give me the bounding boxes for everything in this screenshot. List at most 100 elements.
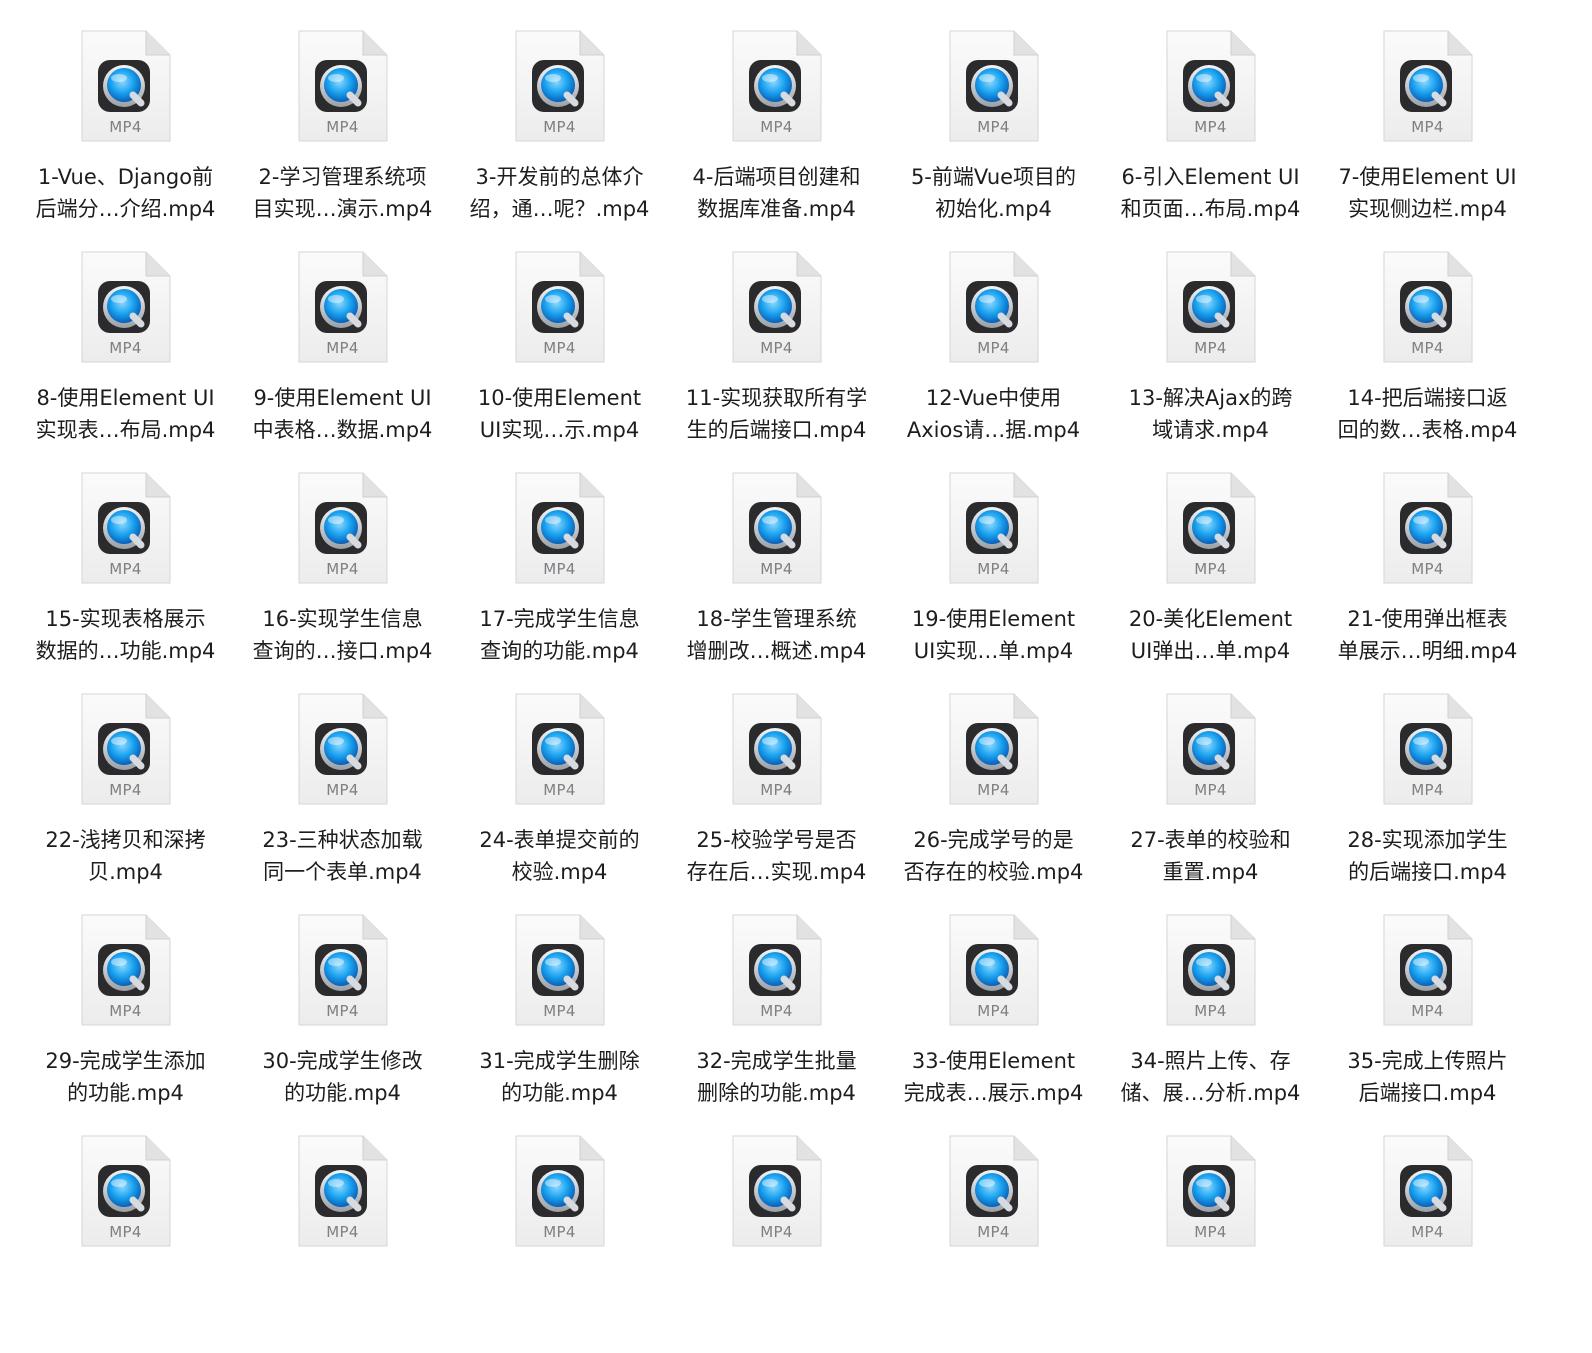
file-ext-label: MP4 bbox=[326, 560, 359, 578]
file-item-21[interactable]: MP4 21-使用弹出框表 单展示…明细.mp4 bbox=[1319, 469, 1536, 690]
file-item-32[interactable]: MP4 32-完成学生批量 删除的功能.mp4 bbox=[668, 911, 885, 1132]
file-item-33[interactable]: MP4 33-使用Element 完成表…展示.mp4 bbox=[885, 911, 1102, 1132]
file-ext-label: MP4 bbox=[326, 1002, 359, 1020]
file-name-line-1: 3-开发前的总体介 bbox=[475, 165, 644, 189]
file-item-9[interactable]: MP4 9-使用Element UI 中表格…数据.mp4 bbox=[234, 248, 451, 469]
file-name-line-2: 否存在的校验.mp4 bbox=[903, 860, 1084, 884]
file-item-5[interactable]: MP4 5-前端Vue项目的 初始化.mp4 bbox=[885, 27, 1102, 248]
file-name-line-1: 34-照片上传、存 bbox=[1130, 1049, 1291, 1073]
file-item-42[interactable]: MP4 bbox=[1319, 1132, 1536, 1353]
file-item-1[interactable]: MP4 1-Vue、Django前 后端分…介绍.mp4 bbox=[17, 27, 234, 248]
file-name-label: 25-校验学号是否 存在后…实现.mp4 bbox=[672, 824, 882, 888]
mp4-file-icon: MP4 bbox=[1380, 29, 1476, 145]
file-item-22[interactable]: MP4 22-浅拷贝和深拷 贝.mp4 bbox=[17, 690, 234, 911]
file-name-line-2: 增删改…概述.mp4 bbox=[686, 639, 867, 663]
file-item-39[interactable]: MP4 bbox=[668, 1132, 885, 1353]
file-item-26[interactable]: MP4 26-完成学号的是 否存在的校验.mp4 bbox=[885, 690, 1102, 911]
file-item-41[interactable]: MP4 bbox=[1102, 1132, 1319, 1353]
file-icon-grid: MP4 1-Vue、Django前 后端分…介绍.mp4 MP4 2-学习管理系… bbox=[0, 0, 1592, 1252]
file-item-36[interactable]: MP4 bbox=[17, 1132, 234, 1353]
file-name-line-2: 和页面…布局.mp4 bbox=[1120, 197, 1301, 221]
file-name-line-2: 单展示…明细.mp4 bbox=[1337, 639, 1518, 663]
mp4-file-icon: MP4 bbox=[1380, 471, 1476, 587]
file-name-label: 13-解决Ajax的跨 域请求.mp4 bbox=[1106, 382, 1316, 446]
file-ext-label: MP4 bbox=[109, 118, 142, 136]
file-name-line-1: 8-使用Element UI bbox=[36, 386, 215, 410]
file-item-28[interactable]: MP4 28-实现添加学生 的后端接口.mp4 bbox=[1319, 690, 1536, 911]
file-item-18[interactable]: MP4 18-学生管理系统 增删改…概述.mp4 bbox=[668, 469, 885, 690]
mp4-file-icon: MP4 bbox=[1163, 250, 1259, 366]
file-name-label: 35-完成上传照片 后端接口.mp4 bbox=[1323, 1045, 1533, 1109]
file-item-7[interactable]: MP4 7-使用Element UI 实现侧边栏.mp4 bbox=[1319, 27, 1536, 248]
file-item-38[interactable]: MP4 bbox=[451, 1132, 668, 1353]
file-item-37[interactable]: MP4 bbox=[234, 1132, 451, 1353]
file-item-4[interactable]: MP4 4-后端项目创建和 数据库准备.mp4 bbox=[668, 27, 885, 248]
file-ext-label: MP4 bbox=[760, 560, 793, 578]
file-item-8[interactable]: MP4 8-使用Element UI 实现表…布局.mp4 bbox=[17, 248, 234, 469]
file-ext-label: MP4 bbox=[977, 118, 1010, 136]
file-name-line-2: UI实现…单.mp4 bbox=[913, 639, 1074, 663]
file-name-line-2: 数据的…功能.mp4 bbox=[35, 639, 216, 663]
file-ext-label: MP4 bbox=[977, 1223, 1010, 1241]
file-name-line-2: 查询的功能.mp4 bbox=[480, 639, 639, 663]
file-item-6[interactable]: MP4 6-引入Element UI 和页面…布局.mp4 bbox=[1102, 27, 1319, 248]
mp4-file-icon: MP4 bbox=[946, 913, 1042, 1029]
file-item-2[interactable]: MP4 2-学习管理系统项 目实现…演示.mp4 bbox=[234, 27, 451, 248]
file-name-line-2: 实现侧边栏.mp4 bbox=[1348, 197, 1507, 221]
file-item-34[interactable]: MP4 34-照片上传、存 储、展…分析.mp4 bbox=[1102, 911, 1319, 1132]
file-item-24[interactable]: MP4 24-表单提交前的 校验.mp4 bbox=[451, 690, 668, 911]
file-item-25[interactable]: MP4 25-校验学号是否 存在后…实现.mp4 bbox=[668, 690, 885, 911]
file-item-20[interactable]: MP4 20-美化Element UI弹出…单.mp4 bbox=[1102, 469, 1319, 690]
mp4-file-icon: MP4 bbox=[729, 692, 825, 808]
file-item-14[interactable]: MP4 14-把后端接口返 回的数…表格.mp4 bbox=[1319, 248, 1536, 469]
file-item-17[interactable]: MP4 17-完成学生信息 查询的功能.mp4 bbox=[451, 469, 668, 690]
file-item-10[interactable]: MP4 10-使用Element UI实现…示.mp4 bbox=[451, 248, 668, 469]
file-name-label: 27-表单的校验和 重置.mp4 bbox=[1106, 824, 1316, 888]
file-item-27[interactable]: MP4 27-表单的校验和 重置.mp4 bbox=[1102, 690, 1319, 911]
file-name-line-2: 中表格…数据.mp4 bbox=[252, 418, 433, 442]
file-ext-label: MP4 bbox=[1411, 781, 1444, 799]
file-name-line-2: 的功能.mp4 bbox=[284, 1081, 401, 1105]
mp4-file-icon: MP4 bbox=[512, 250, 608, 366]
file-item-23[interactable]: MP4 23-三种状态加载 同一个表单.mp4 bbox=[234, 690, 451, 911]
file-name-label: 20-美化Element UI弹出…单.mp4 bbox=[1106, 603, 1316, 667]
file-name-label bbox=[1323, 1266, 1533, 1298]
mp4-file-icon: MP4 bbox=[1163, 29, 1259, 145]
file-name-label: 30-完成学生修改 的功能.mp4 bbox=[238, 1045, 448, 1109]
file-name-label: 9-使用Element UI 中表格…数据.mp4 bbox=[238, 382, 448, 446]
file-name-line-1: 19-使用Element bbox=[911, 607, 1076, 631]
file-item-11[interactable]: MP4 11-实现获取所有学 生的后端接口.mp4 bbox=[668, 248, 885, 469]
file-item-15[interactable]: MP4 15-实现表格展示 数据的…功能.mp4 bbox=[17, 469, 234, 690]
file-item-19[interactable]: MP4 19-使用Element UI实现…单.mp4 bbox=[885, 469, 1102, 690]
file-name-label: 14-把后端接口返 回的数…表格.mp4 bbox=[1323, 382, 1533, 446]
file-item-29[interactable]: MP4 29-完成学生添加 的功能.mp4 bbox=[17, 911, 234, 1132]
file-item-40[interactable]: MP4 bbox=[885, 1132, 1102, 1353]
mp4-file-icon: MP4 bbox=[729, 250, 825, 366]
file-ext-label: MP4 bbox=[1194, 560, 1227, 578]
file-name-line-2: 的功能.mp4 bbox=[501, 1081, 618, 1105]
file-name-line-2: 目实现…演示.mp4 bbox=[252, 197, 433, 221]
mp4-file-icon: MP4 bbox=[946, 1134, 1042, 1250]
file-item-35[interactable]: MP4 35-完成上传照片 后端接口.mp4 bbox=[1319, 911, 1536, 1132]
file-name-label: 3-开发前的总体介 绍，通…呢？.mp4 bbox=[455, 161, 665, 225]
file-ext-label: MP4 bbox=[760, 781, 793, 799]
mp4-file-icon: MP4 bbox=[78, 692, 174, 808]
file-item-12[interactable]: MP4 12-Vue中使用 Axios请…据.mp4 bbox=[885, 248, 1102, 469]
file-item-31[interactable]: MP4 31-完成学生删除 的功能.mp4 bbox=[451, 911, 668, 1132]
mp4-file-icon: MP4 bbox=[512, 471, 608, 587]
mp4-file-icon: MP4 bbox=[946, 250, 1042, 366]
file-name-line-1: 29-完成学生添加 bbox=[45, 1049, 206, 1073]
mp4-file-icon: MP4 bbox=[1380, 1134, 1476, 1250]
file-name-line-2: UI弹出…单.mp4 bbox=[1130, 639, 1291, 663]
file-item-13[interactable]: MP4 13-解决Ajax的跨 域请求.mp4 bbox=[1102, 248, 1319, 469]
file-name-label: 8-使用Element UI 实现表…布局.mp4 bbox=[21, 382, 231, 446]
file-name-label: 22-浅拷贝和深拷 贝.mp4 bbox=[21, 824, 231, 888]
mp4-file-icon: MP4 bbox=[78, 29, 174, 145]
file-ext-label: MP4 bbox=[543, 339, 576, 357]
file-item-30[interactable]: MP4 30-完成学生修改 的功能.mp4 bbox=[234, 911, 451, 1132]
mp4-file-icon: MP4 bbox=[295, 250, 391, 366]
file-item-16[interactable]: MP4 16-实现学生信息 查询的…接口.mp4 bbox=[234, 469, 451, 690]
file-name-label: 12-Vue中使用 Axios请…据.mp4 bbox=[889, 382, 1099, 446]
file-name-line-2: 域请求.mp4 bbox=[1152, 418, 1269, 442]
file-item-3[interactable]: MP4 3-开发前的总体介 绍，通…呢？.mp4 bbox=[451, 27, 668, 248]
